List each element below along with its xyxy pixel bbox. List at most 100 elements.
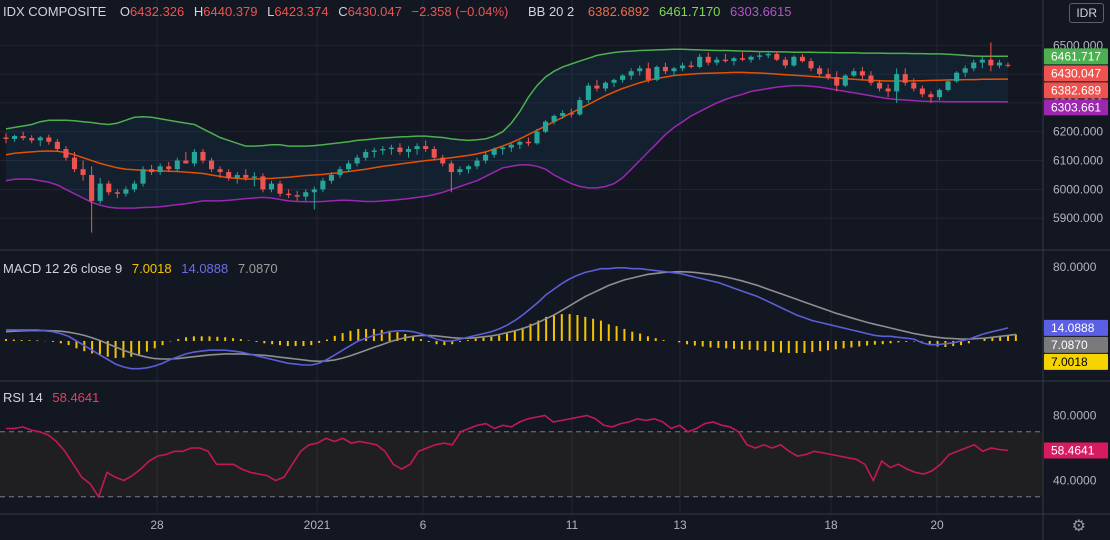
currency-selector[interactable]: IDR <box>1069 3 1104 23</box>
candle-body <box>645 68 651 80</box>
rsi-label-text: 58.4641 <box>1051 443 1095 457</box>
candle-body <box>3 137 9 139</box>
x-tick-label: 28 <box>150 518 164 532</box>
y-tick-label: 6100.000 <box>1053 154 1103 168</box>
candle-body <box>602 82 609 89</box>
candle[interactable] <box>954 71 960 83</box>
macd-label-text: 14.0888 <box>1051 321 1095 335</box>
x-tick-label: 18 <box>824 518 838 532</box>
candle-body <box>739 58 746 60</box>
x-tick-label: 20 <box>930 518 944 532</box>
macd-header: MACD 12 26 close 9 7.0018 14.0888 7.0870 <box>3 261 284 276</box>
candle-body <box>12 136 18 139</box>
candle-body <box>20 136 26 139</box>
candle[interactable] <box>654 65 660 82</box>
candle-body <box>89 174 95 201</box>
candle-body <box>166 166 172 170</box>
candle-body <box>46 137 52 142</box>
rsi-y-tick-label: 80.0000 <box>1053 409 1097 423</box>
low-value: 6423.374 <box>274 4 329 19</box>
candle-body <box>979 59 985 63</box>
rsi-label[interactable]: RSI 14 <box>3 390 43 405</box>
candle-body <box>491 149 497 155</box>
candle-body <box>988 59 994 66</box>
settings-gear-icon[interactable]: ⚙ <box>1072 516 1086 536</box>
candle-body <box>251 176 257 178</box>
candle-body <box>149 169 155 173</box>
bb-label[interactable]: BB 20 2 <box>528 4 574 19</box>
candle-body <box>140 169 146 184</box>
candle-body <box>782 59 788 66</box>
y-tick-label: 6000.000 <box>1053 182 1103 196</box>
candle-body <box>423 146 429 150</box>
candle-body <box>268 183 275 190</box>
candle-body <box>928 94 934 98</box>
candle-body <box>868 75 874 83</box>
candle-body <box>534 131 540 144</box>
macd-value: 14.0888 <box>181 261 229 276</box>
candle-body <box>765 53 771 56</box>
symbol-header: IDX COMPOSITE O6432.326 H6440.379 L6423.… <box>3 4 797 19</box>
candle-body <box>851 71 857 76</box>
x-tick-label: 13 <box>673 518 687 532</box>
candle-body <box>414 146 420 150</box>
x-tick-label: 11 <box>566 518 579 532</box>
candle-body <box>29 138 35 141</box>
candle[interactable] <box>585 82 591 103</box>
candle-body <box>954 72 960 82</box>
candle-body <box>842 75 848 86</box>
candle-body <box>37 137 43 141</box>
candle-body <box>637 68 643 72</box>
candle-body <box>962 68 968 73</box>
candle-body <box>876 82 883 89</box>
open-value: 6432.326 <box>130 4 185 19</box>
price-label-text: 6430.047 <box>1051 66 1101 80</box>
candle-body <box>885 88 891 92</box>
macd-y-tick-label: 80.0000 <box>1053 260 1097 274</box>
x-tick-label: 2021 <box>304 518 331 532</box>
candle-body <box>500 147 506 150</box>
candle-body <box>902 74 908 83</box>
candle-body <box>346 163 352 170</box>
candle-body <box>662 66 668 72</box>
candle-body <box>337 169 343 175</box>
candle[interactable] <box>542 120 549 134</box>
candle-body <box>217 169 223 173</box>
x-tick-label: 6 <box>420 518 427 532</box>
candle-body <box>208 160 215 170</box>
candle-body <box>714 59 720 63</box>
close-label: C6430.047 <box>338 4 408 19</box>
candle-body <box>731 58 737 62</box>
price-label-bb_lower: 6303.661 <box>1044 99 1108 116</box>
macd-label-hist: 7.0018 <box>1044 353 1108 370</box>
macd-label[interactable]: MACD 12 26 close 9 <box>3 261 122 276</box>
candle-body <box>671 68 677 72</box>
candle[interactable] <box>89 166 95 233</box>
candle-body <box>722 59 728 62</box>
candle-body <box>585 85 591 101</box>
candle-body <box>114 192 120 194</box>
candle-body <box>834 76 840 86</box>
candle[interactable] <box>791 55 797 67</box>
candle-body <box>80 169 86 175</box>
candle-body <box>568 113 574 115</box>
rsi-pane <box>0 414 1043 499</box>
candle-body <box>71 157 78 170</box>
candle-body <box>525 141 531 144</box>
candle-body <box>560 113 566 116</box>
rsi-label: 58.4641 <box>1044 442 1108 459</box>
candle[interactable] <box>140 166 146 187</box>
candle-body <box>508 144 514 148</box>
rsi-y-tick-label: 40.0000 <box>1053 474 1097 488</box>
candle-body <box>294 195 300 197</box>
candle[interactable] <box>945 79 951 92</box>
candle-body <box>808 61 814 69</box>
candle[interactable] <box>842 74 848 88</box>
candle-body <box>936 89 943 98</box>
symbol-name[interactable]: IDX COMPOSITE <box>3 4 106 19</box>
candle-body <box>911 82 917 89</box>
bb-band-fill <box>6 49 1008 209</box>
candle-body <box>200 151 206 161</box>
y-tick-label: 5900.000 <box>1053 211 1103 225</box>
price-label-text: 6461.717 <box>1051 49 1101 63</box>
